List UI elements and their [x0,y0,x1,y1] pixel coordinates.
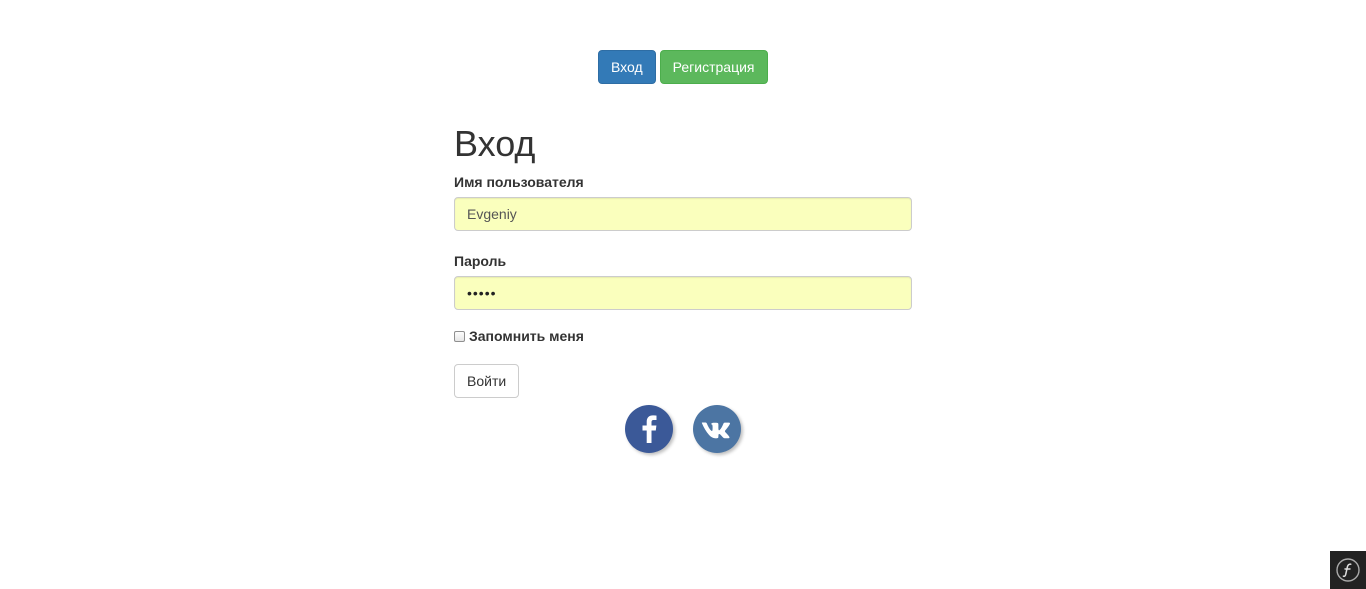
social-login [625,405,741,453]
top-nav: Вход Регистрация [598,50,768,84]
page-title: Вход [454,123,536,164]
username-input[interactable] [454,197,912,231]
remember-me-checkbox[interactable] [454,330,465,342]
login-form: Вход Имя пользователя Пароль ••••• Запом… [454,120,912,398]
password-label: Пароль [454,253,507,269]
remember-me-row: Запомнить меня [454,328,912,344]
vk-icon [701,422,730,439]
symfony-toolbar-toggle[interactable] [1330,551,1366,589]
remember-me-label[interactable]: Запомнить меня [469,328,584,344]
vk-login-button[interactable] [693,405,741,453]
submit-button[interactable]: Войти [454,364,520,398]
facebook-icon [642,415,657,443]
symfony-icon [1336,558,1360,582]
login-tab-button[interactable]: Вход [598,50,656,84]
facebook-login-button[interactable] [625,405,673,453]
password-mask: ••••• [467,285,497,301]
register-tab-button[interactable]: Регистрация [659,50,768,84]
password-input[interactable]: ••••• [454,276,912,310]
username-label: Имя пользователя [454,174,584,190]
